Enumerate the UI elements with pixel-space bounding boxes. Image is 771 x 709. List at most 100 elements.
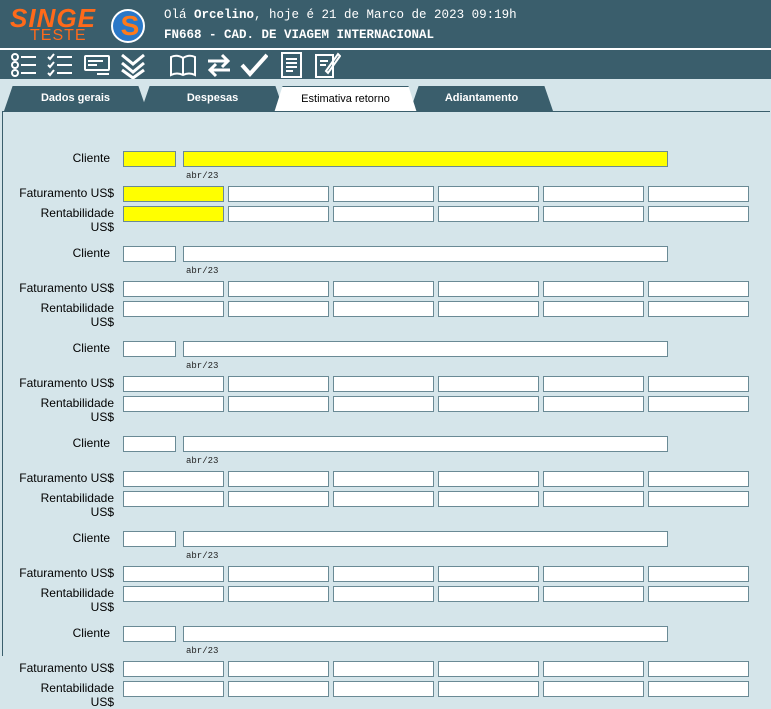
cliente-name-input[interactable] xyxy=(183,436,668,452)
rentabilidade-input[interactable] xyxy=(123,396,224,412)
faturamento-input[interactable] xyxy=(438,281,539,297)
faturamento-input[interactable] xyxy=(648,376,749,392)
period-label: abr/23 xyxy=(186,551,219,561)
document-icon[interactable] xyxy=(278,51,306,79)
cliente-code-input[interactable] xyxy=(123,436,176,452)
rentabilidade-input[interactable] xyxy=(333,396,434,412)
rentabilidade-input[interactable] xyxy=(123,206,224,222)
faturamento-label: Faturamento US$ xyxy=(19,376,114,390)
rentabilidade-input[interactable] xyxy=(648,396,749,412)
rentabilidade-input[interactable] xyxy=(648,491,749,507)
faturamento-input[interactable] xyxy=(333,471,434,487)
tab-adiantamento[interactable]: Adiantamento xyxy=(410,86,553,111)
cliente-code-input[interactable] xyxy=(123,246,176,262)
rentabilidade-input[interactable] xyxy=(438,301,539,317)
cliente-name-input[interactable] xyxy=(183,151,668,167)
faturamento-input[interactable] xyxy=(333,186,434,202)
rentabilidade-input[interactable] xyxy=(438,206,539,222)
faturamento-input[interactable] xyxy=(228,186,329,202)
list-icon[interactable] xyxy=(10,51,38,79)
rentabilidade-input[interactable] xyxy=(438,586,539,602)
rentabilidade-input[interactable] xyxy=(228,301,329,317)
cliente-code-input[interactable] xyxy=(123,151,176,167)
checkmark-icon[interactable] xyxy=(240,51,269,79)
rentabilidade-label: Rentabilidade xyxy=(40,396,114,410)
rentabilidade-input[interactable] xyxy=(438,681,539,697)
rentabilidade-input[interactable] xyxy=(543,491,644,507)
rentabilidade-input[interactable] xyxy=(438,396,539,412)
faturamento-input[interactable] xyxy=(438,471,539,487)
rentabilidade-input[interactable] xyxy=(648,206,749,222)
rentabilidade-input[interactable] xyxy=(543,681,644,697)
rentabilidade-input[interactable] xyxy=(123,301,224,317)
refresh-icon[interactable] xyxy=(205,51,233,79)
faturamento-input[interactable] xyxy=(438,661,539,677)
faturamento-input[interactable] xyxy=(543,281,644,297)
card-icon[interactable] xyxy=(83,51,111,79)
rentabilidade-input[interactable] xyxy=(228,491,329,507)
faturamento-input[interactable] xyxy=(543,186,644,202)
rentabilidade-input[interactable] xyxy=(543,396,644,412)
rentabilidade-input[interactable] xyxy=(333,301,434,317)
cliente-code-input[interactable] xyxy=(123,531,176,547)
double-chevron-down-icon[interactable] xyxy=(119,51,147,80)
faturamento-input[interactable] xyxy=(543,471,644,487)
edit-document-icon[interactable] xyxy=(313,51,342,79)
faturamento-input[interactable] xyxy=(438,186,539,202)
tab-dados-gerais[interactable]: Dados gerais xyxy=(4,86,147,111)
faturamento-input[interactable] xyxy=(543,376,644,392)
cliente-name-input[interactable] xyxy=(183,626,668,642)
rentabilidade-input[interactable] xyxy=(228,586,329,602)
checklist-icon[interactable] xyxy=(46,51,74,79)
faturamento-input[interactable] xyxy=(123,566,224,582)
rentabilidade-input[interactable] xyxy=(648,586,749,602)
faturamento-input[interactable] xyxy=(648,281,749,297)
tab-estimativa-retorno[interactable]: Estimativa retorno xyxy=(274,86,417,113)
faturamento-input[interactable] xyxy=(543,661,644,677)
rentabilidade-input[interactable] xyxy=(123,586,224,602)
faturamento-input[interactable] xyxy=(333,376,434,392)
rentabilidade-input[interactable] xyxy=(333,206,434,222)
faturamento-input[interactable] xyxy=(333,281,434,297)
faturamento-input[interactable] xyxy=(123,186,224,202)
rentabilidade-input[interactable] xyxy=(438,491,539,507)
cliente-code-input[interactable] xyxy=(123,626,176,642)
faturamento-input[interactable] xyxy=(648,471,749,487)
cliente-name-input[interactable] xyxy=(183,341,668,357)
rentabilidade-input[interactable] xyxy=(333,491,434,507)
rentabilidade-input[interactable] xyxy=(543,206,644,222)
faturamento-input[interactable] xyxy=(333,566,434,582)
rentabilidade-input[interactable] xyxy=(123,681,224,697)
rentabilidade-input[interactable] xyxy=(123,491,224,507)
faturamento-input[interactable] xyxy=(123,376,224,392)
faturamento-input[interactable] xyxy=(123,471,224,487)
rentabilidade-input[interactable] xyxy=(228,681,329,697)
rentabilidade-input[interactable] xyxy=(648,301,749,317)
rentabilidade-input[interactable] xyxy=(543,301,644,317)
rentabilidade-input[interactable] xyxy=(333,586,434,602)
faturamento-input[interactable] xyxy=(228,281,329,297)
tab-despesas[interactable]: Despesas xyxy=(141,86,284,111)
faturamento-input[interactable] xyxy=(438,376,539,392)
faturamento-input[interactable] xyxy=(228,566,329,582)
faturamento-input[interactable] xyxy=(333,661,434,677)
faturamento-input[interactable] xyxy=(543,566,644,582)
faturamento-input[interactable] xyxy=(228,376,329,392)
faturamento-input[interactable] xyxy=(438,566,539,582)
rentabilidade-input[interactable] xyxy=(228,396,329,412)
book-icon[interactable] xyxy=(169,51,197,79)
faturamento-input[interactable] xyxy=(648,661,749,677)
faturamento-input[interactable] xyxy=(123,281,224,297)
rentabilidade-input[interactable] xyxy=(543,586,644,602)
faturamento-input[interactable] xyxy=(648,186,749,202)
cliente-name-input[interactable] xyxy=(183,246,668,262)
faturamento-input[interactable] xyxy=(228,661,329,677)
faturamento-input[interactable] xyxy=(648,566,749,582)
cliente-name-input[interactable] xyxy=(183,531,668,547)
cliente-code-input[interactable] xyxy=(123,341,176,357)
faturamento-input[interactable] xyxy=(123,661,224,677)
faturamento-input[interactable] xyxy=(228,471,329,487)
rentabilidade-input[interactable] xyxy=(648,681,749,697)
rentabilidade-input[interactable] xyxy=(333,681,434,697)
rentabilidade-input[interactable] xyxy=(228,206,329,222)
